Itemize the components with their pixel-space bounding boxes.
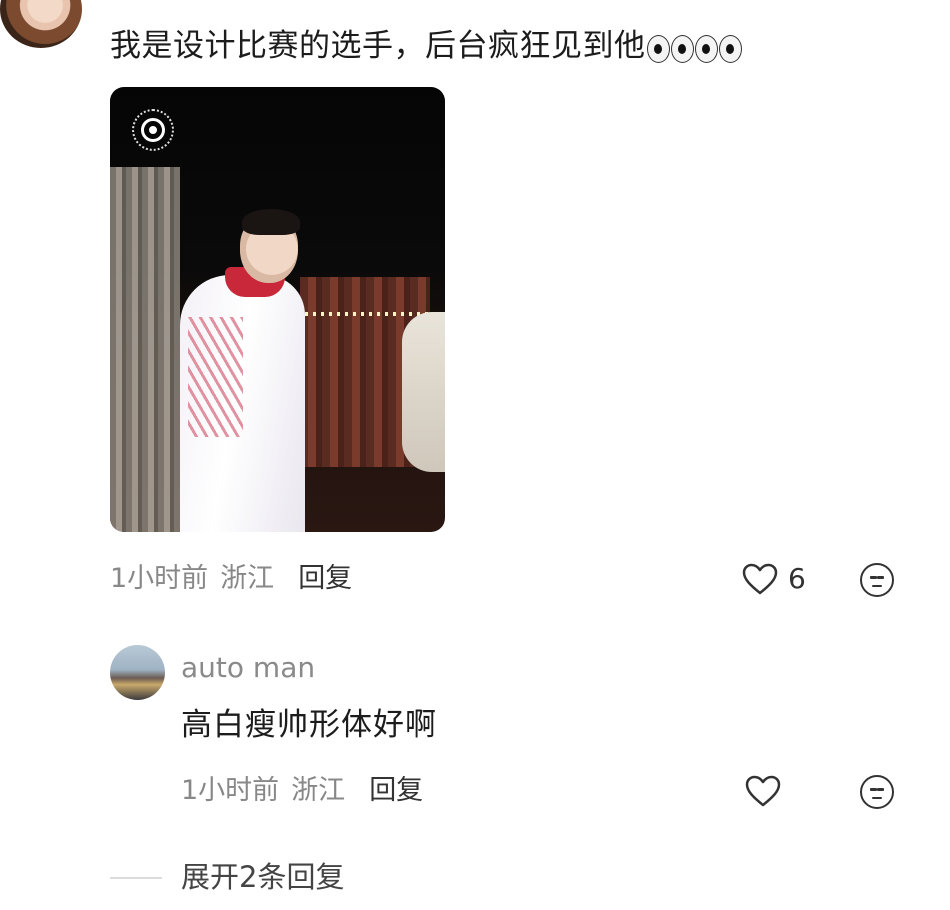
photo-curtain-left: [110, 167, 180, 532]
comment-meta: 1小时前 浙江 回复: [110, 561, 352, 597]
expand-divider: [110, 877, 162, 879]
reply-like-heart-icon[interactable]: [745, 775, 781, 807]
photo-background-person: [402, 312, 445, 472]
dislike-face-icon[interactable]: [860, 563, 894, 597]
reply-location: 浙江: [291, 775, 346, 806]
like-heart-icon[interactable]: [742, 563, 778, 595]
like-count: 6: [788, 562, 806, 595]
reply-meta: 1小时前 浙江 回复: [181, 773, 423, 809]
reply-text: 高白瘦帅形体好啊: [181, 707, 437, 743]
reply-dislike-face-icon[interactable]: [860, 775, 894, 809]
comment-reply-button[interactable]: 回复: [298, 563, 352, 594]
reply-username[interactable]: auto man: [181, 648, 315, 688]
reply-time: 1小时前: [181, 775, 280, 806]
comment-text: 我是设计比赛的选手，后台疯狂见到他: [110, 24, 742, 70]
reply-reply-button[interactable]: 回复: [369, 775, 423, 806]
eyes-emoji: [646, 26, 742, 70]
photo-jacket-stripes: [188, 317, 243, 437]
reply-avatar[interactable]: [110, 645, 165, 700]
expand-replies-button[interactable]: 展开2条回复: [181, 857, 344, 897]
comment-location: 浙江: [220, 563, 275, 594]
live-photo-icon[interactable]: [132, 109, 174, 151]
comment-body: 我是设计比赛的选手，后台疯狂见到他: [110, 28, 646, 64]
commenter-avatar[interactable]: [0, 0, 82, 48]
comment-photo[interactable]: [110, 87, 445, 532]
photo-person-hair: [242, 209, 300, 235]
comment-time: 1小时前: [110, 563, 209, 594]
